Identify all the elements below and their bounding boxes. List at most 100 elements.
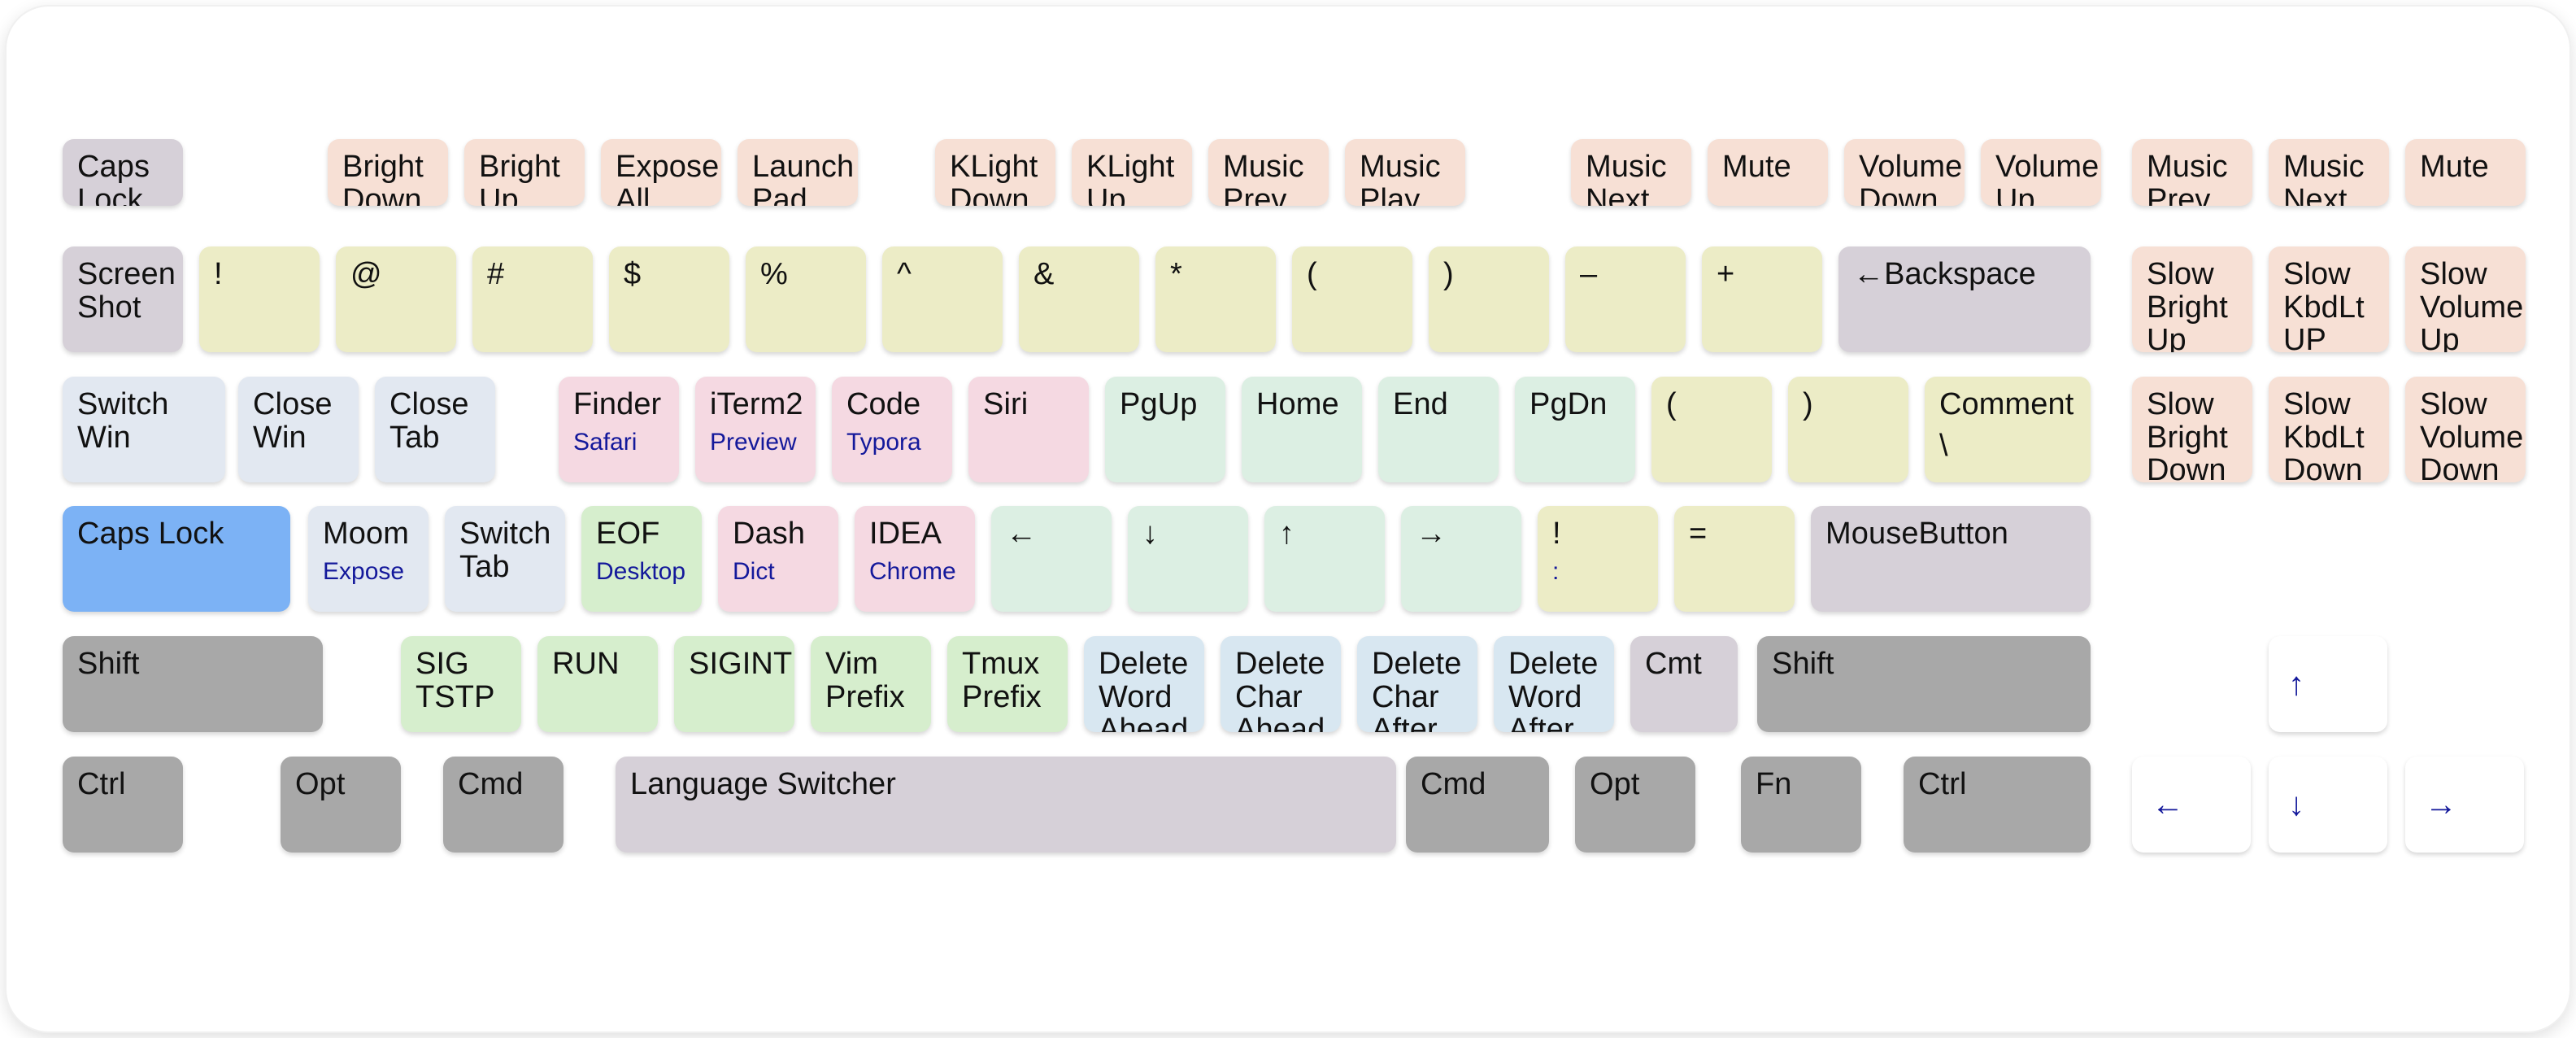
key-mute-1[interactable]: Mute [1708,139,1828,206]
key-num-0[interactable]: ) [1429,246,1549,352]
key-screen-shot[interactable]: Screen Shot [63,246,183,352]
key-slow-volume-down[interactable]: Slow Volume Down [2405,377,2526,482]
key-arrow-right[interactable]: → [1401,506,1521,612]
key-vim-prefix[interactable]: Vim Prefix [811,636,931,732]
key-fn[interactable]: Fn [1741,757,1861,853]
key-num-8[interactable]: * [1155,246,1276,352]
key-sig-tstp[interactable]: SIG TSTP [401,636,521,732]
key-switch-tab[interactable]: Switch Tab [445,506,565,612]
key-nav-up[interactable]: ↑ [2269,636,2387,732]
key-label: Volume Down [1859,150,1963,206]
key-nav-right[interactable]: → [2405,757,2524,853]
key-slow-kbdlt-up[interactable]: Slow KbdLt UP [2269,246,2389,352]
key-run[interactable]: RUN [537,636,658,732]
key-ctrl-left[interactable]: Ctrl [63,757,183,853]
key-arrow-left[interactable]: ← [991,506,1112,612]
key-idea[interactable]: IDEA Chrome [855,506,975,612]
key-num-6[interactable]: ^ [882,246,1003,352]
key-num-9[interactable]: ( [1292,246,1412,352]
key-arrow-up[interactable]: ↑ [1264,506,1385,612]
key-delete-char-ahead[interactable]: Delete Char Ahead [1221,636,1341,732]
key-minus[interactable]: – [1565,246,1686,352]
key-label: Ctrl [1918,767,1967,801]
key-home[interactable]: Home [1242,377,1362,482]
key-num-2[interactable]: @ [336,246,456,352]
key-opt-right[interactable]: Opt [1575,757,1695,853]
key-opt-left[interactable]: Opt [281,757,401,853]
key-shift-left[interactable]: Shift [63,636,323,732]
key-caps-lock-fn[interactable]: Caps Lock [63,139,183,206]
key-close-tab[interactable]: Close Tab [375,377,495,482]
key-finder[interactable]: Finder Safari [559,377,679,482]
key-nav-down[interactable]: ↓ [2269,757,2387,853]
key-slow-bright-up[interactable]: Slow Bright Up [2132,246,2252,352]
key-pgup[interactable]: PgUp [1105,377,1225,482]
key-delete-word-ahead[interactable]: Delete Word Ahead [1084,636,1204,732]
key-code[interactable]: Code Typora [832,377,952,482]
key-caps-lock-home[interactable]: Caps Lock [63,506,290,612]
key-backspace[interactable]: ←Backspace [1838,246,2091,352]
key-label: → [1416,517,1447,551]
key-siri[interactable]: Siri [968,377,1089,482]
key-plus[interactable]: + [1702,246,1822,352]
key-label: ← [2152,786,2185,822]
key-expose-all[interactable]: Expose All [601,139,721,206]
key-end[interactable]: End [1378,377,1499,482]
key-klight-down[interactable]: KLight Down [935,139,1055,206]
key-cmd-left[interactable]: Cmd [443,757,564,853]
key-slow-kbdlt-down[interactable]: Slow KbdLt Down [2269,377,2389,482]
key-launch-pad[interactable]: Launch Pad [738,139,858,206]
key-label: ) [1803,387,1813,421]
key-volume-down[interactable]: Volume Down [1844,139,1965,206]
key-nav-left[interactable]: ← [2132,757,2251,853]
key-slow-volume-up[interactable]: Slow Volume Up [2405,246,2526,352]
key-cmd-right[interactable]: Cmd [1406,757,1549,853]
key-delete-char-after[interactable]: Delete Char After [1357,636,1477,732]
key-slow-bright-down[interactable]: Slow Bright Down [2132,377,2252,482]
key-num-7[interactable]: & [1019,246,1139,352]
key-moom[interactable]: Moom Expose [308,506,429,612]
key-label: Slow Volume Up [2420,257,2524,352]
key-sublabel: Chrome [869,557,956,585]
key-delete-word-after[interactable]: Delete Word After [1494,636,1614,732]
key-label: ↑ [2288,665,2305,702]
key-music-prev-2[interactable]: Music Prev [2132,139,2252,206]
key-num-4[interactable]: $ [609,246,729,352]
key-paren-close[interactable]: ) [1788,377,1908,482]
key-num-1[interactable]: ! [199,246,320,352]
key-excl-colon[interactable]: !: [1538,506,1658,612]
key-label: End [1393,387,1448,421]
key-ctrl-right[interactable]: Ctrl [1904,757,2091,853]
key-mute-2[interactable]: Mute [2405,139,2526,206]
key-music-prev-1[interactable]: Music Prev [1208,139,1329,206]
key-bright-up[interactable]: Bright Up [464,139,585,206]
key-label: Slow KbdLt UP [2283,257,2365,352]
key-comment[interactable]: Comment \ [1925,377,2091,482]
key-tmux-prefix[interactable]: Tmux Prefix [947,636,1068,732]
key-close-win[interactable]: Close Win [238,377,359,482]
key-sigint[interactable]: SIGINT [674,636,794,732]
key-num-3[interactable]: # [472,246,593,352]
key-label: = [1689,517,1708,551]
key-volume-up[interactable]: Volume Up [1981,139,2101,206]
key-label: % [760,257,788,291]
key-shift-right[interactable]: Shift [1757,636,2091,732]
key-pgdn[interactable]: PgDn [1515,377,1635,482]
key-cmt[interactable]: Cmt [1630,636,1738,732]
key-iterm2[interactable]: iTerm2 Preview [695,377,816,482]
key-num-5[interactable]: % [746,246,866,352]
key-arrow-down[interactable]: ↓ [1128,506,1248,612]
key-paren-open[interactable]: ( [1651,377,1772,482]
key-bright-down[interactable]: Bright Down [328,139,448,206]
key-label: Language Switcher [630,767,897,801]
key-switch-win[interactable]: Switch Win [63,377,225,482]
key-equals[interactable]: = [1674,506,1795,612]
key-music-next-2[interactable]: Music Next [2269,139,2389,206]
key-language-switcher[interactable]: Language Switcher [616,757,1396,853]
key-eof[interactable]: EOF Desktop [581,506,702,612]
key-klight-up[interactable]: KLight Up [1072,139,1192,206]
key-mouse-button[interactable]: MouseButton [1811,506,2091,612]
key-music-next-1[interactable]: Music Next [1571,139,1691,206]
key-dash[interactable]: Dash Dict [718,506,838,612]
key-music-play[interactable]: Music Play [1345,139,1465,206]
